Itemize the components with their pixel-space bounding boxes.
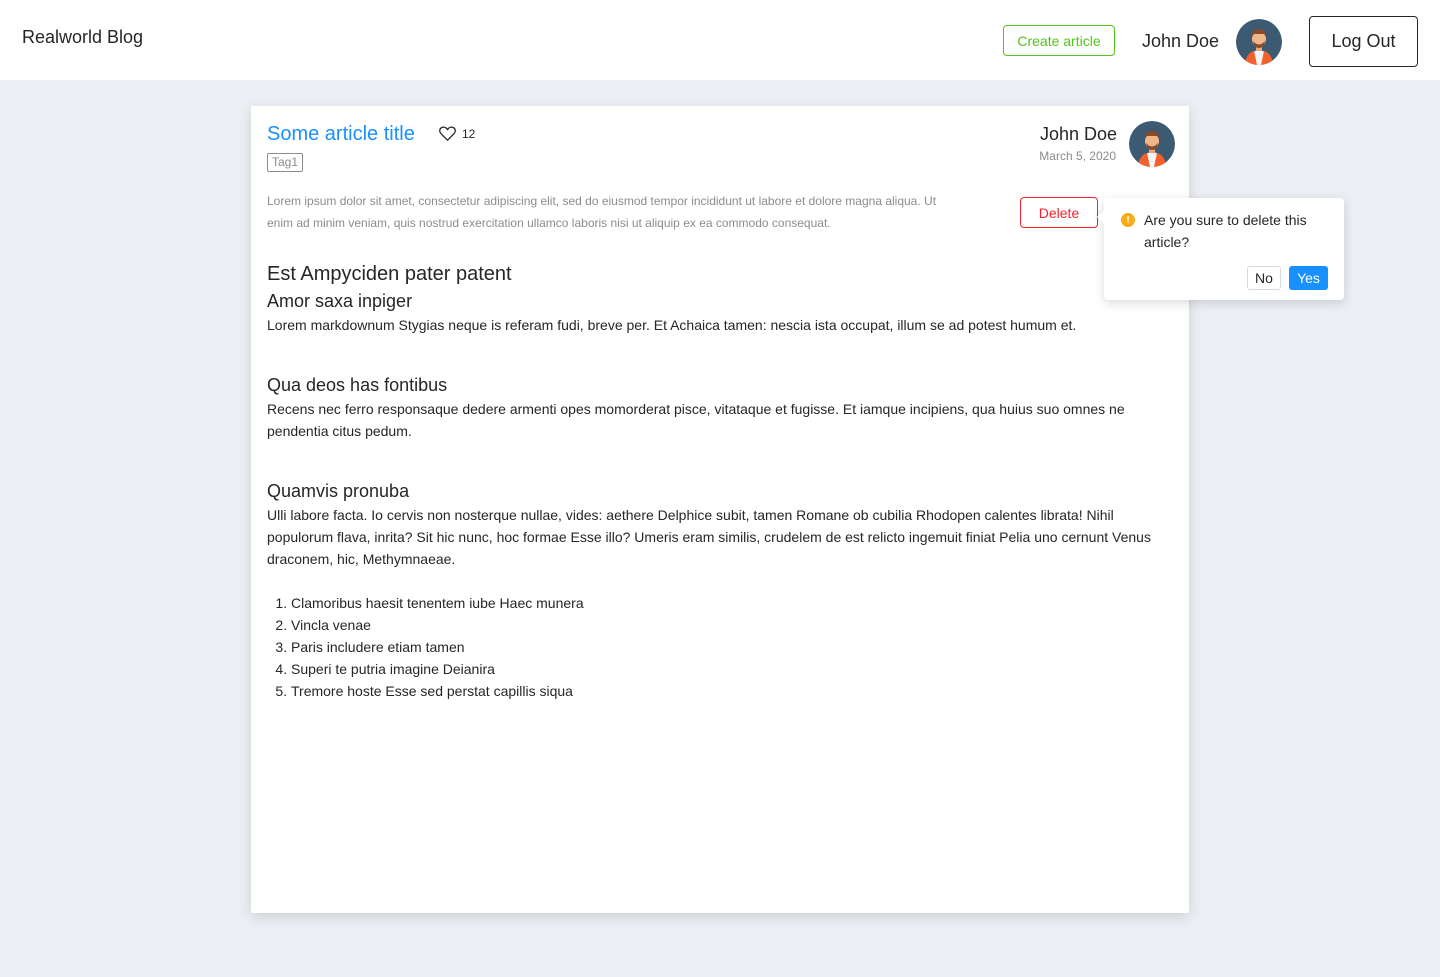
body-paragraph: Ulli labore facta. Io cervis non nosterq…: [267, 507, 1151, 567]
header-avatar[interactable]: [1236, 19, 1282, 65]
list-item: Paris includere etiam tamen: [291, 636, 1157, 658]
confirm-message: Are you sure to delete this article?: [1144, 212, 1307, 250]
body-section-heading: Quamvis pronuba: [267, 481, 410, 501]
exclamation-circle-icon: !: [1121, 213, 1135, 227]
body-paragraph: Recens nec ferro responsaque dedere arme…: [267, 401, 1125, 439]
heart-icon[interactable]: [439, 126, 456, 141]
like-count: 12: [462, 126, 476, 141]
list-item: Vincla venae: [291, 614, 1157, 636]
delete-confirm-popover: ! Are you sure to delete this article? N…: [1096, 198, 1344, 300]
body-heading-main: Est Ampyciden pater patent: [267, 263, 512, 285]
article-excerpt: Lorem ipsum dolor sit amet, consectetur …: [267, 194, 937, 230]
author-name: John Doe: [1039, 124, 1117, 144]
article-card: Some article title 12 Tag1 Lorem ipsum d…: [251, 106, 1189, 913]
user-avatar-icon: [1129, 121, 1175, 167]
user-avatar-icon: [1236, 19, 1282, 65]
header-username[interactable]: John Doe: [1142, 31, 1219, 52]
article-title[interactable]: Some article title: [267, 123, 415, 146]
body-ordered-list: Clamoribus haesit tenentem iube Haec mun…: [291, 592, 1157, 702]
list-item: Superi te putria imagine Deianira: [291, 658, 1157, 680]
delete-button[interactable]: Delete: [1020, 197, 1098, 228]
header: Realworld Blog Create article John Doe L…: [0, 0, 1440, 80]
confirm-yes-button[interactable]: Yes: [1289, 266, 1328, 290]
site-logo[interactable]: Realworld Blog: [22, 27, 143, 48]
create-article-button[interactable]: Create article: [1003, 25, 1115, 56]
list-item: Clamoribus haesit tenentem iube Haec mun…: [291, 592, 1157, 614]
author-avatar: [1129, 121, 1175, 167]
article-body: Est Ampyciden pater patent Amor saxa inp…: [267, 260, 1157, 702]
article-date: March 5, 2020: [1039, 149, 1116, 163]
article-tag: Tag1: [267, 153, 304, 172]
logout-button[interactable]: Log Out: [1309, 16, 1418, 67]
list-item: Tremore hoste Esse sed perstat capillis …: [291, 680, 1157, 702]
body-section-heading: Qua deos has fontibus: [267, 375, 448, 395]
like-control[interactable]: 12: [439, 126, 475, 141]
body-section-heading: Amor saxa inpiger: [267, 291, 413, 311]
confirm-no-button[interactable]: No: [1247, 266, 1281, 290]
body-paragraph: Lorem markdownum Stygias neque is refera…: [267, 317, 1077, 333]
